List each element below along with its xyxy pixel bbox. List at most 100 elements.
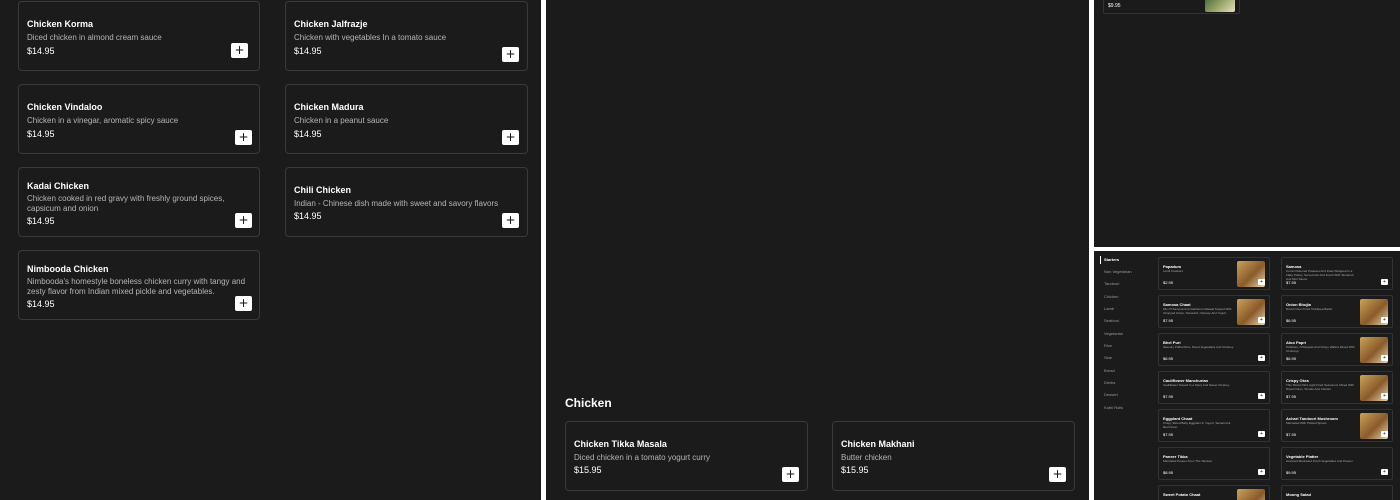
item-name: Nimbooda Chicken	[27, 264, 109, 274]
sidebar-item-chicken[interactable]: Chicken	[1104, 294, 1118, 299]
add-to-cart-button[interactable]: +	[502, 130, 519, 145]
menu-item-card[interactable]: Nimbooda Chicken Nimbooda's homestyle bo…	[18, 250, 260, 320]
menu-item-card[interactable]: Kadai Chicken Chicken cooked in red grav…	[18, 167, 260, 237]
item-price: $6.95	[1286, 356, 1297, 361]
sidebar-item-vegetarian[interactable]: Vegetarian	[1104, 331, 1123, 336]
item-price: $14.95	[27, 46, 55, 56]
add-to-cart-button[interactable]: +	[231, 43, 248, 58]
item-description: Assorted Marinated Fresh Vegetables And …	[1286, 459, 1353, 463]
sidebar-item-seafood[interactable]: Seafood	[1104, 318, 1119, 323]
add-to-cart-button[interactable]: +	[1381, 393, 1388, 399]
menu-item-card[interactable]: Vegetable Platter Assorted Marinated Fres…	[1281, 447, 1393, 480]
item-name: Chicken Korma	[27, 19, 94, 29]
add-to-cart-button[interactable]: +	[502, 47, 519, 62]
menu-panel-partial: $9.95	[1094, 0, 1400, 247]
menu-item-card[interactable]: Chicken Vindaloo Chicken in a vinegar, a…	[18, 84, 260, 154]
add-to-cart-button[interactable]: +	[502, 213, 519, 228]
menu-item-card[interactable]: Chicken Korma Diced chicken in almond cr…	[18, 1, 260, 71]
add-to-cart-button[interactable]: +	[782, 467, 799, 482]
item-price: $7.95	[1286, 432, 1297, 437]
item-description: Diced Onion Fried Chickpea Batter	[1286, 307, 1333, 311]
active-indicator	[1100, 256, 1101, 264]
sidebar-item-side[interactable]: Side	[1104, 355, 1112, 360]
menu-item-card[interactable]: Chicken Madura Chicken in a peanut sauce…	[285, 84, 528, 154]
sidebar-item-tandoori[interactable]: Tandoori	[1104, 281, 1119, 286]
item-description: Nimbooda's homestyle boneless chicken cu…	[27, 277, 246, 296]
item-price: $14.95	[294, 129, 322, 139]
item-description: Crispy Sliced Baby Eggplant In Yogurt, T…	[1163, 421, 1231, 429]
add-to-cart-button[interactable]: +	[1258, 469, 1265, 475]
add-to-cart-button[interactable]: +	[1381, 469, 1388, 475]
item-description: Lentil Crackers	[1163, 269, 1184, 273]
menu-item-card[interactable]: Eggplant Chaat Crispy Sliced Baby Eggplan…	[1158, 409, 1270, 442]
add-to-cart-button[interactable]: +	[235, 213, 252, 228]
add-to-cart-button[interactable]: +	[1381, 431, 1388, 437]
item-price: $14.95	[294, 46, 322, 56]
item-name: Chicken Tikka Masala	[574, 439, 667, 449]
item-description: Cumin Flavored Potatoes And Peas Wrapped…	[1286, 269, 1354, 281]
item-price: $6.95	[1286, 318, 1297, 323]
sidebar-item-kathi-rolls[interactable]: Kathi Rolls	[1104, 405, 1123, 410]
menu-item-card[interactable]: Paneer Tikka Marinated Paneer From The Ta…	[1158, 447, 1270, 480]
sidebar-item-dessert[interactable]: Dessert	[1104, 392, 1118, 397]
menu-item-card[interactable]: Chili Chicken Indian - Chinese dish made…	[285, 167, 528, 237]
sidebar-item-rice[interactable]: Rice	[1104, 343, 1112, 348]
dish-photo	[1237, 489, 1265, 500]
item-price: $6.95	[1163, 356, 1174, 361]
item-description: Savoury Puffed Rice, Diced Vegetables An…	[1163, 345, 1234, 349]
menu-item-card[interactable]: Chicken Tikka Masala Diced chicken in a …	[565, 421, 808, 491]
item-price: $14.95	[27, 216, 55, 226]
item-description: Chicken cooked in red gravy with freshly…	[27, 194, 225, 213]
menu-item-card[interactable]: Papadum Lentil Crackers $2.95 +	[1158, 257, 1270, 290]
item-price: $9.95	[1286, 470, 1297, 475]
category-sidebar: Starters Non Vegetarian Tandoori Chicken…	[1094, 251, 1152, 500]
item-name: Chicken Makhani	[841, 439, 915, 449]
item-price: $7.95	[1163, 394, 1174, 399]
menu-item-card[interactable]: Chicken Makhani Butter chicken $15.95 +	[832, 421, 1075, 491]
menu-item-card[interactable]: Samosa Chaat Mix Of Samosa And Garbanzo M…	[1158, 295, 1270, 328]
menu-item-card[interactable]: Moong Salad+	[1281, 485, 1393, 500]
sidebar-item-bread[interactable]: Bread	[1104, 368, 1115, 373]
item-description: Marinated Paneer From The Tandoor	[1163, 459, 1213, 463]
add-to-cart-button[interactable]: +	[1381, 317, 1388, 323]
menu-item-card[interactable]: Aloo Papri Potatoes, Chickpeas And Crispy…	[1281, 333, 1393, 366]
add-to-cart-button[interactable]: +	[1381, 355, 1388, 361]
sidebar-item-starters[interactable]: Starters	[1104, 257, 1119, 262]
sidebar-item-lamb[interactable]: Lamb	[1104, 306, 1114, 311]
menu-item-card[interactable]: Chicken Jalfrazje Chicken with vegetable…	[285, 1, 528, 71]
sidebar-item-non-vegetarian[interactable]: Non Vegetarian	[1104, 269, 1132, 274]
item-price: $7.95	[1163, 318, 1174, 323]
menu-item-card[interactable]: Cauliflower Manchurian Cauliflower Tossed…	[1158, 371, 1270, 404]
menu-item-card[interactable]: Onion Bhujia Diced Onion Fried Chickpea B…	[1281, 295, 1393, 328]
item-description: Marinated With Pickled Spices	[1286, 421, 1327, 425]
menu-item-card[interactable]: $9.95	[1103, 0, 1240, 14]
add-to-cart-button[interactable]: +	[1258, 279, 1265, 285]
section-title: Chicken	[565, 396, 612, 410]
item-price: $15.95	[574, 465, 602, 475]
item-description: Indian - Chinese dish made with sweet an…	[294, 199, 499, 208]
add-to-cart-button[interactable]: +	[1258, 431, 1265, 437]
menu-panel-chicken-section: Chicken Chicken Tikka Masala Diced chick…	[546, 0, 1089, 500]
menu-panel-starters: Starters Non Vegetarian Tandoori Chicken…	[1094, 251, 1400, 500]
menu-item-card[interactable]: Sweet Potato Chaat+	[1158, 485, 1270, 500]
item-description: Butter chicken	[841, 453, 892, 462]
item-description: Chicken in a vinegar, aromatic spicy sau…	[27, 116, 179, 125]
menu-panel-chicken-list: Chicken Korma Diced chicken in almond cr…	[0, 0, 541, 500]
item-description: Diced chicken in a tomato yogurt curry	[574, 453, 711, 462]
item-price: $7.95	[1286, 394, 1297, 399]
add-to-cart-button[interactable]: +	[1049, 467, 1066, 482]
add-to-cart-button[interactable]: +	[235, 296, 252, 311]
add-to-cart-button[interactable]: +	[1258, 393, 1265, 399]
sidebar-item-drinks[interactable]: Drinks	[1104, 380, 1115, 385]
menu-item-card[interactable]: Crispy Okra Thin Sliced Okra Light Fried …	[1281, 371, 1393, 404]
item-price: $14.95	[27, 129, 55, 139]
item-price: $14.95	[294, 211, 322, 221]
add-to-cart-button[interactable]: +	[1258, 355, 1265, 361]
menu-item-card[interactable]: Achari Tandoori Mushroom Marinated With P…	[1281, 409, 1393, 442]
menu-item-card[interactable]: Bhel Puri Savoury Puffed Rice, Diced Vege…	[1158, 333, 1270, 366]
menu-item-card[interactable]: Samosa Cumin Flavored Potatoes And Peas W…	[1281, 257, 1393, 290]
add-to-cart-button[interactable]: +	[1381, 279, 1388, 285]
item-price: $14.95	[27, 299, 55, 309]
add-to-cart-button[interactable]: +	[235, 130, 252, 145]
add-to-cart-button[interactable]: +	[1258, 317, 1265, 323]
